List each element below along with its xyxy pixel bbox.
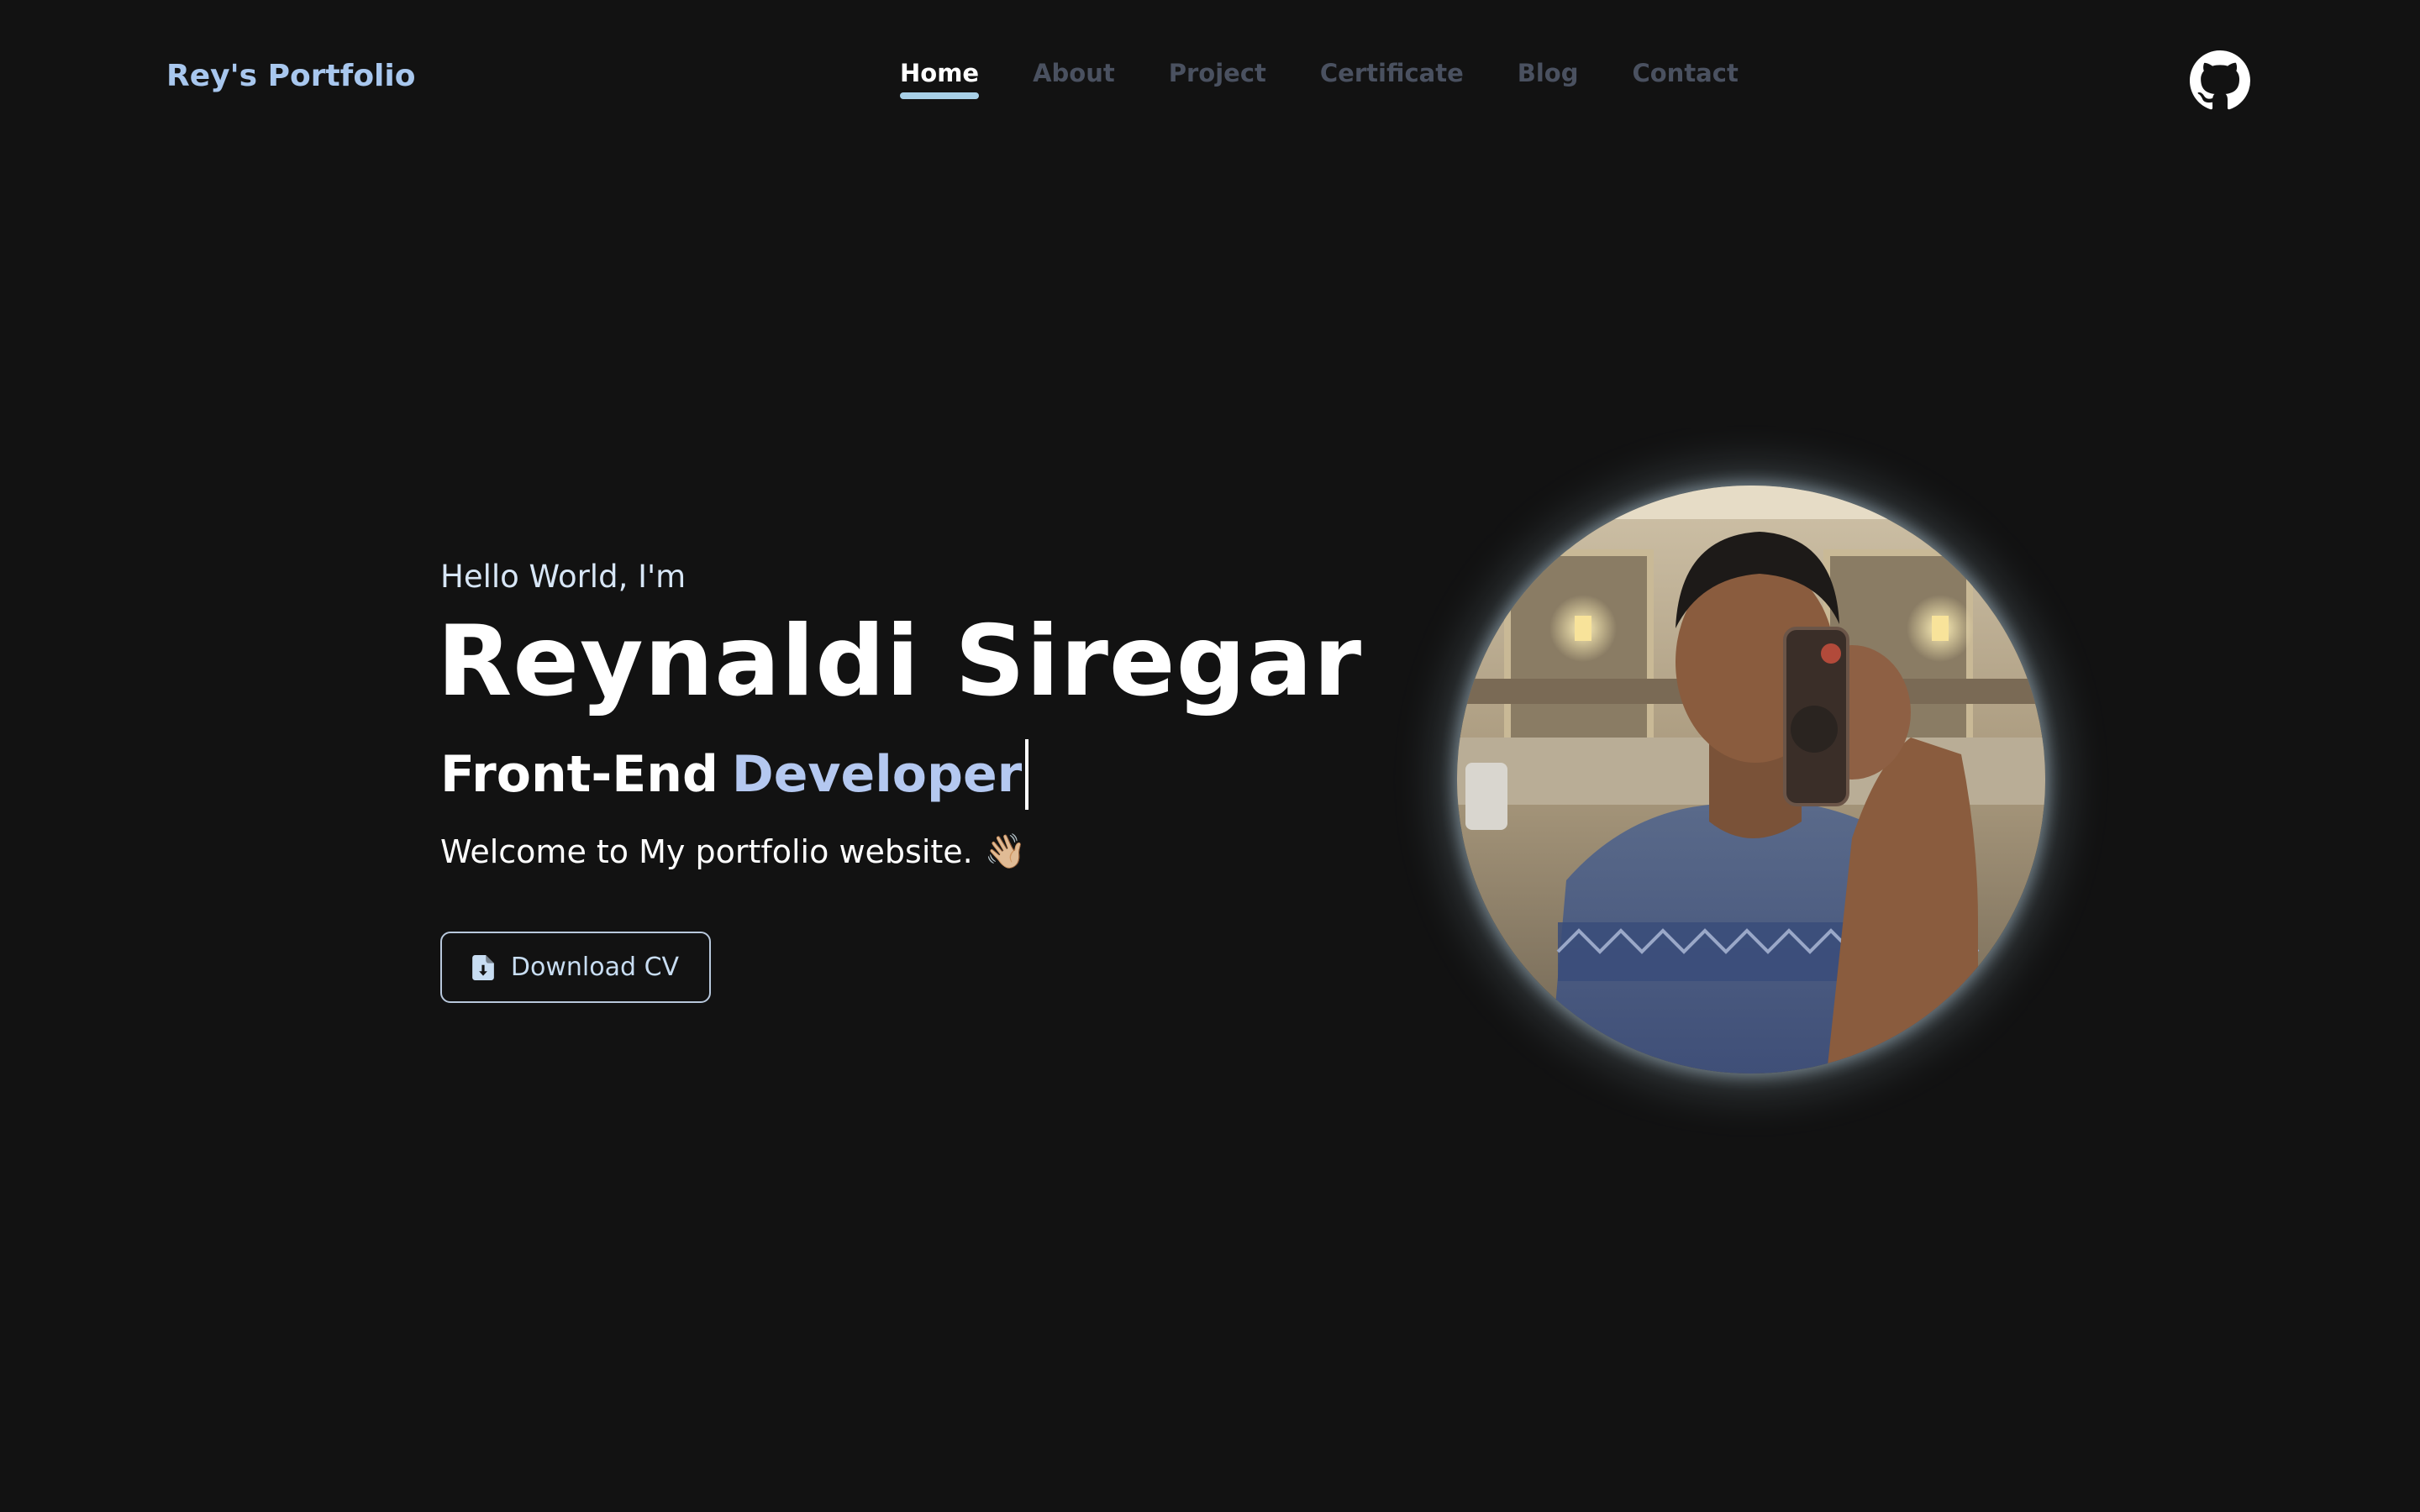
download-cv-button[interactable]: Download CV — [440, 932, 711, 1003]
hero-name: Reynaldi Siregar — [437, 605, 1363, 718]
waving-hand-icon: 👋🏼 — [984, 832, 1027, 871]
typing-cursor — [1025, 739, 1029, 810]
brand-logo[interactable]: Rey's Portfolio — [166, 59, 415, 93]
main-nav: Home About Project Certificate Blog Cont… — [900, 59, 1739, 99]
nav-about[interactable]: About — [1033, 59, 1115, 99]
nav-certificate[interactable]: Certificate — [1320, 59, 1464, 99]
role-prefix: Front-End — [440, 745, 718, 804]
github-icon[interactable] — [2190, 50, 2250, 111]
nav-home[interactable]: Home — [900, 59, 980, 99]
file-download-icon — [472, 954, 494, 980]
download-cv-label: Download CV — [510, 953, 680, 982]
nav-project[interactable]: Project — [1169, 59, 1266, 99]
greeting-text: Hello World, I'm — [440, 559, 687, 595]
role-typed-word: Developer — [731, 745, 1023, 804]
welcome-text: Welcome to My portfolio website. 👋🏼 — [440, 832, 1027, 871]
nav-blog[interactable]: Blog — [1518, 59, 1579, 99]
profile-photo — [1457, 486, 2045, 1074]
nav-contact[interactable]: Contact — [1632, 59, 1738, 99]
hero-role: Front-End Developer — [440, 739, 1029, 810]
welcome-message: Welcome to My portfolio website. — [440, 832, 973, 870]
page: Rey's Portfolio Home About Project Certi… — [0, 0, 2420, 1512]
